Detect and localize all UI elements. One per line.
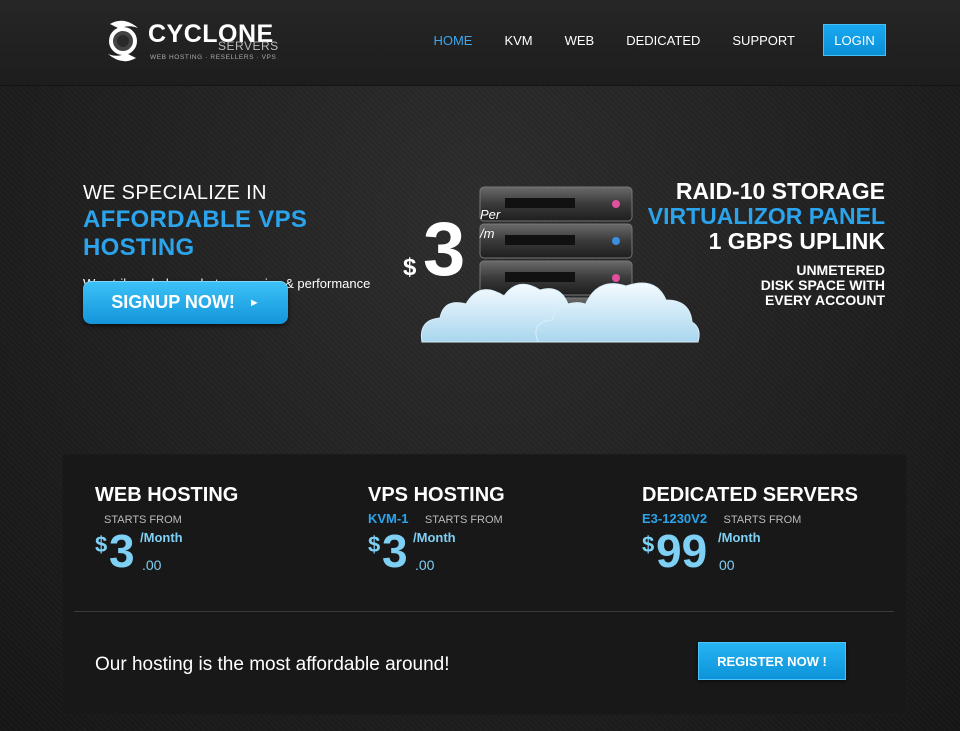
hero-price-period: /m <box>480 226 495 241</box>
feature-unmetered: UNMETERED <box>796 262 885 278</box>
price-period: /Month <box>140 530 183 545</box>
price-cents: .00 <box>142 557 162 573</box>
plan-starts-from: STARTS FROM <box>424 514 503 526</box>
price-period: /Month <box>718 530 761 545</box>
plan-dedicated-servers[interactable]: DEDICATED SERVERS E3-1230V2 STARTS FROM … <box>642 484 858 580</box>
logo-tagline: WEB HOSTING · RESELLERS · VPS <box>150 54 277 61</box>
price-cents: 00 <box>719 557 735 573</box>
logo-sub: SERVERS <box>218 39 279 53</box>
hero-text: WE SPECIALIZE IN AFFORDABLE VPS HOSTING … <box>83 182 413 291</box>
main-nav: HOME KVM WEB DEDICATED SUPPORT LOGIN <box>401 24 886 56</box>
plan-title: WEB HOSTING <box>95 484 239 506</box>
feature-raid: RAID-10 STORAGE <box>675 178 885 204</box>
price-currency: $ <box>642 532 655 557</box>
nav-web[interactable]: WEB <box>565 33 595 48</box>
cyclone-logo-icon <box>108 20 138 62</box>
price-period: /Month <box>413 530 456 545</box>
login-button[interactable]: LOGIN <box>823 24 886 56</box>
nav-dedicated[interactable]: DEDICATED <box>626 33 700 48</box>
pricing-panel: WEB HOSTING STARTS FROM $ 3 /Month .00 V… <box>62 454 907 715</box>
panel-divider <box>74 611 894 612</box>
feature-virtualizor: VIRTUALIZOR PANEL <box>647 203 885 229</box>
nav-support[interactable]: SUPPORT <box>732 33 795 48</box>
plan-sub: KVM-1 <box>368 511 409 526</box>
logo[interactable]: CYCLONE SERVERS WEB HOSTING · RESELLERS … <box>100 14 290 70</box>
plan-title: DEDICATED SERVERS <box>642 484 858 506</box>
hero-price-per: Per <box>480 207 501 222</box>
plan-price: $ 99 /Month 00 <box>642 525 858 580</box>
signup-button[interactable]: SIGNUP NOW! ► <box>83 281 288 324</box>
signup-label: SIGNUP NOW! <box>111 292 235 312</box>
plan-starts-from: STARTS FROM <box>723 514 802 526</box>
price-value: 3 <box>382 525 408 577</box>
plan-meta: E3-1230V2 STARTS FROM <box>642 510 858 526</box>
price-value: 99 <box>656 525 708 577</box>
price-value: 3 <box>109 525 135 577</box>
arrow-right-icon: ► <box>248 296 260 309</box>
nav-home[interactable]: HOME <box>433 33 472 48</box>
plan-meta: STARTS FROM <box>95 510 238 526</box>
register-button[interactable]: REGISTER NOW ! <box>698 642 846 680</box>
plan-price: $ 3 /Month .00 <box>368 525 505 580</box>
feature-every-account: EVERY ACCOUNT <box>764 292 885 308</box>
plan-vps-hosting[interactable]: VPS HOSTING KVM-1 STARTS FROM $ 3 /Month… <box>368 484 505 580</box>
feature-disk: DISK SPACE WITH <box>760 277 885 293</box>
plan-sub: E3-1230V2 <box>642 511 708 526</box>
feature-uplink: 1 GBPS UPLINK <box>708 228 885 254</box>
price-cents: .00 <box>415 557 435 573</box>
plan-web-hosting[interactable]: WEB HOSTING STARTS FROM $ 3 /Month .00 <box>95 484 238 580</box>
site-header: CYCLONE SERVERS WEB HOSTING · RESELLERS … <box>0 0 960 86</box>
hero-features: RAID-10 STORAGE VIRTUALIZOR PANEL 1 GBPS… <box>648 178 885 308</box>
hero-price-value: 3 <box>423 207 466 292</box>
plan-price: $ 3 /Month .00 <box>95 525 238 580</box>
plan-title: VPS HOSTING <box>368 484 505 506</box>
plan-meta: KVM-1 STARTS FROM <box>368 510 505 526</box>
hero-line2: AFFORDABLE VPS HOSTING <box>83 206 308 261</box>
panel-tagline: Our hosting is the most affordable aroun… <box>95 654 450 675</box>
nav-kvm[interactable]: KVM <box>504 33 532 48</box>
price-currency: $ <box>95 532 108 557</box>
hero-price-currency: $ <box>403 254 417 281</box>
hero-line1: WE SPECIALIZE IN <box>83 182 267 204</box>
price-currency: $ <box>368 532 381 557</box>
